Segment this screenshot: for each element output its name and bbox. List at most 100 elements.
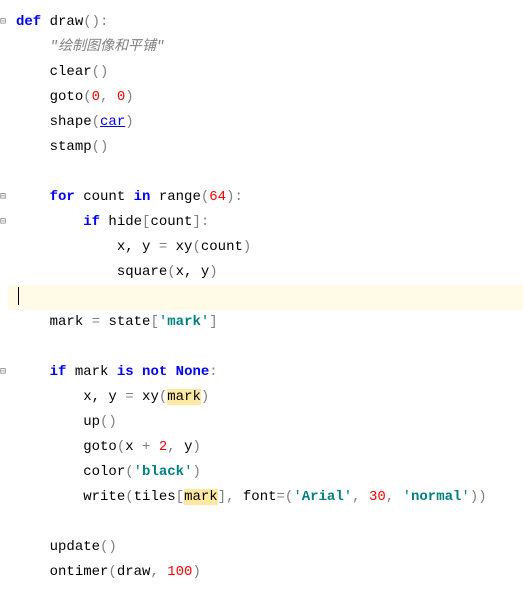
punctuation: [ (176, 489, 184, 505)
number: 30 (369, 489, 386, 505)
fn-call: square (117, 264, 167, 280)
code-line[interactable]: x, y = xy(count) (8, 235, 523, 260)
keyword-for: for (50, 189, 75, 205)
kwarg: font (243, 489, 277, 505)
keyword-if: if (50, 364, 67, 380)
code-line[interactable]: update() (8, 535, 523, 560)
code-line[interactable]: square(x, y) (8, 260, 523, 285)
punctuation: ], (218, 489, 243, 505)
punctuation: = (125, 389, 142, 405)
punctuation: ( (192, 239, 200, 255)
variable: x, y (83, 389, 125, 405)
code-line[interactable]: x, y = xy(mark) (8, 385, 523, 410)
punctuation: () (100, 539, 117, 555)
punctuation: () (92, 139, 109, 155)
code-line[interactable]: goto(0, 0) (8, 85, 523, 110)
keyword-if: if (83, 214, 100, 230)
variable: tiles (134, 489, 176, 505)
keyword-def: def (16, 14, 41, 30)
punctuation: = (92, 314, 109, 330)
punctuation: [ (150, 314, 158, 330)
fn-call: ontimer (50, 564, 109, 580)
fold-marker-icon[interactable]: ⊟ (0, 210, 6, 235)
punctuation: , (100, 89, 117, 105)
code-line-current[interactable] (8, 285, 523, 310)
code-line[interactable]: ⊟def draw(): (8, 10, 523, 35)
number: 2 (159, 439, 167, 455)
punctuation: ) (125, 89, 133, 105)
code-line[interactable]: ⊟ for count in range(64): (8, 185, 523, 210)
fn-call: write (83, 489, 125, 505)
punctuation: = (159, 239, 176, 255)
code-editor[interactable]: ⊟def draw(): "绘制图像和平铺" clear() goto(0, 0… (8, 10, 523, 585)
fold-marker-icon[interactable]: ⊟ (0, 360, 6, 385)
variable: mark (66, 364, 116, 380)
code-line-blank[interactable] (8, 160, 523, 185)
string-quote: ' (403, 489, 411, 505)
punctuation: ) (192, 564, 200, 580)
variable: count (201, 239, 243, 255)
punctuation: =( (277, 489, 294, 505)
string: Arial (302, 489, 344, 505)
code-line[interactable]: goto(x + 2, y) (8, 435, 523, 460)
highlighted-word: mark (184, 489, 218, 505)
fn-call: xy (142, 389, 159, 405)
fn-call: range (150, 189, 200, 205)
code-line[interactable]: ontimer(draw, 100) (8, 560, 523, 585)
variable: count (150, 214, 192, 230)
punctuation: ( (125, 464, 133, 480)
variable: x (125, 439, 142, 455)
cursor-icon (18, 287, 19, 305)
variable: draw (117, 564, 151, 580)
code-line[interactable]: shape(car) (8, 110, 523, 135)
string-quote: ' (293, 489, 301, 505)
keyword-none: None (167, 364, 209, 380)
code-line-blank[interactable] (8, 335, 523, 360)
variable: hide (100, 214, 142, 230)
punctuation: ) (125, 114, 133, 130)
code-line[interactable]: ⊟ if mark is not None: (8, 360, 523, 385)
string: normal (411, 489, 461, 505)
keyword-in: in (134, 189, 151, 205)
variable: mark (50, 314, 92, 330)
punctuation: ) (209, 264, 217, 280)
punctuation: )) (470, 489, 487, 505)
punctuation: ( (83, 89, 91, 105)
code-line-blank[interactable] (8, 510, 523, 535)
code-line[interactable]: color('black') (8, 460, 523, 485)
fold-marker-icon[interactable]: ⊟ (0, 185, 6, 210)
code-line[interactable]: ⊟ if hide[count]: (8, 210, 523, 235)
fn-call: goto (83, 439, 117, 455)
code-line[interactable]: stamp() (8, 135, 523, 160)
code-line[interactable]: "绘制图像和平铺" (8, 35, 523, 60)
string-quote: ' (159, 314, 167, 330)
number: 64 (209, 189, 226, 205)
docstring: "绘制图像和平铺" (50, 39, 165, 55)
code-line[interactable]: mark = state['mark'] (8, 310, 523, 335)
variable: state (108, 314, 150, 330)
fn-call: stamp (50, 139, 92, 155)
punctuation: , (352, 489, 369, 505)
operator: + (142, 439, 159, 455)
number: 0 (117, 89, 125, 105)
punctuation: ) (243, 239, 251, 255)
code-line[interactable]: up() (8, 410, 523, 435)
punctuation: ) (201, 389, 209, 405)
fn-call: goto (50, 89, 84, 105)
identifier: car (100, 114, 125, 130)
fn-call: shape (50, 114, 92, 130)
code-line[interactable]: clear() (8, 60, 523, 85)
punctuation: () (92, 64, 109, 80)
function-name: draw (41, 14, 83, 30)
punctuation: () (100, 414, 117, 430)
string-quote: ' (344, 489, 352, 505)
string: black (142, 464, 184, 480)
punctuation: ( (159, 389, 167, 405)
punctuation: (): (83, 14, 108, 30)
variable: x, y (117, 239, 159, 255)
code-line[interactable]: write(tiles[mark], font=('Arial', 30, 'n… (8, 485, 523, 510)
fold-marker-icon[interactable]: ⊟ (0, 10, 6, 35)
punctuation: ): (226, 189, 243, 205)
punctuation: ]: (192, 214, 209, 230)
fn-call: xy (176, 239, 193, 255)
